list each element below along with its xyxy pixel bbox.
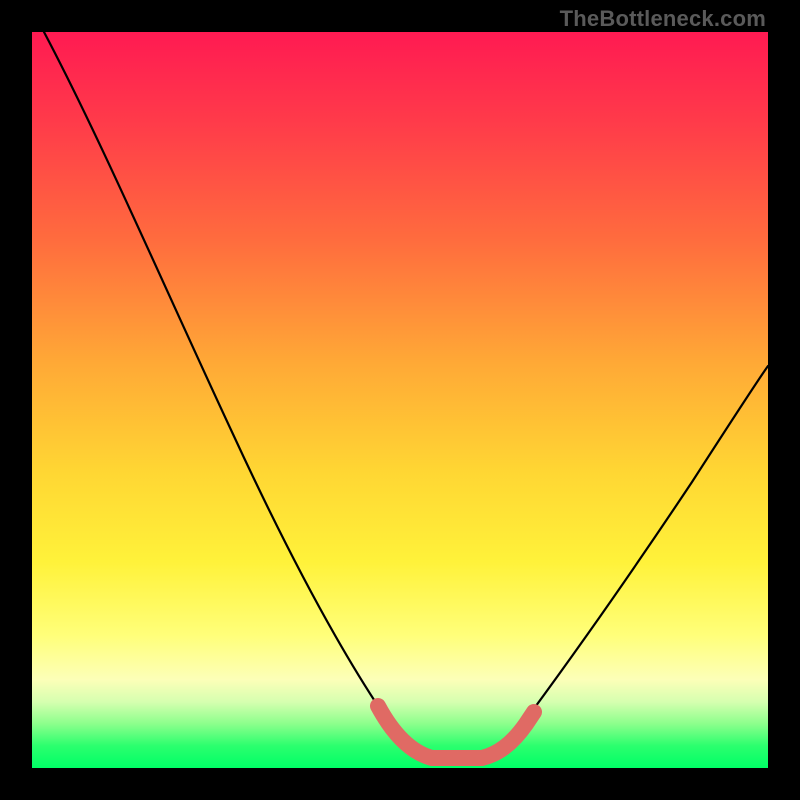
bottleneck-curve [44,32,768,758]
watermark-text: TheBottleneck.com [560,6,766,32]
plot-area [32,32,768,768]
curve-layer [32,32,768,768]
chart-frame: TheBottleneck.com [0,0,800,800]
